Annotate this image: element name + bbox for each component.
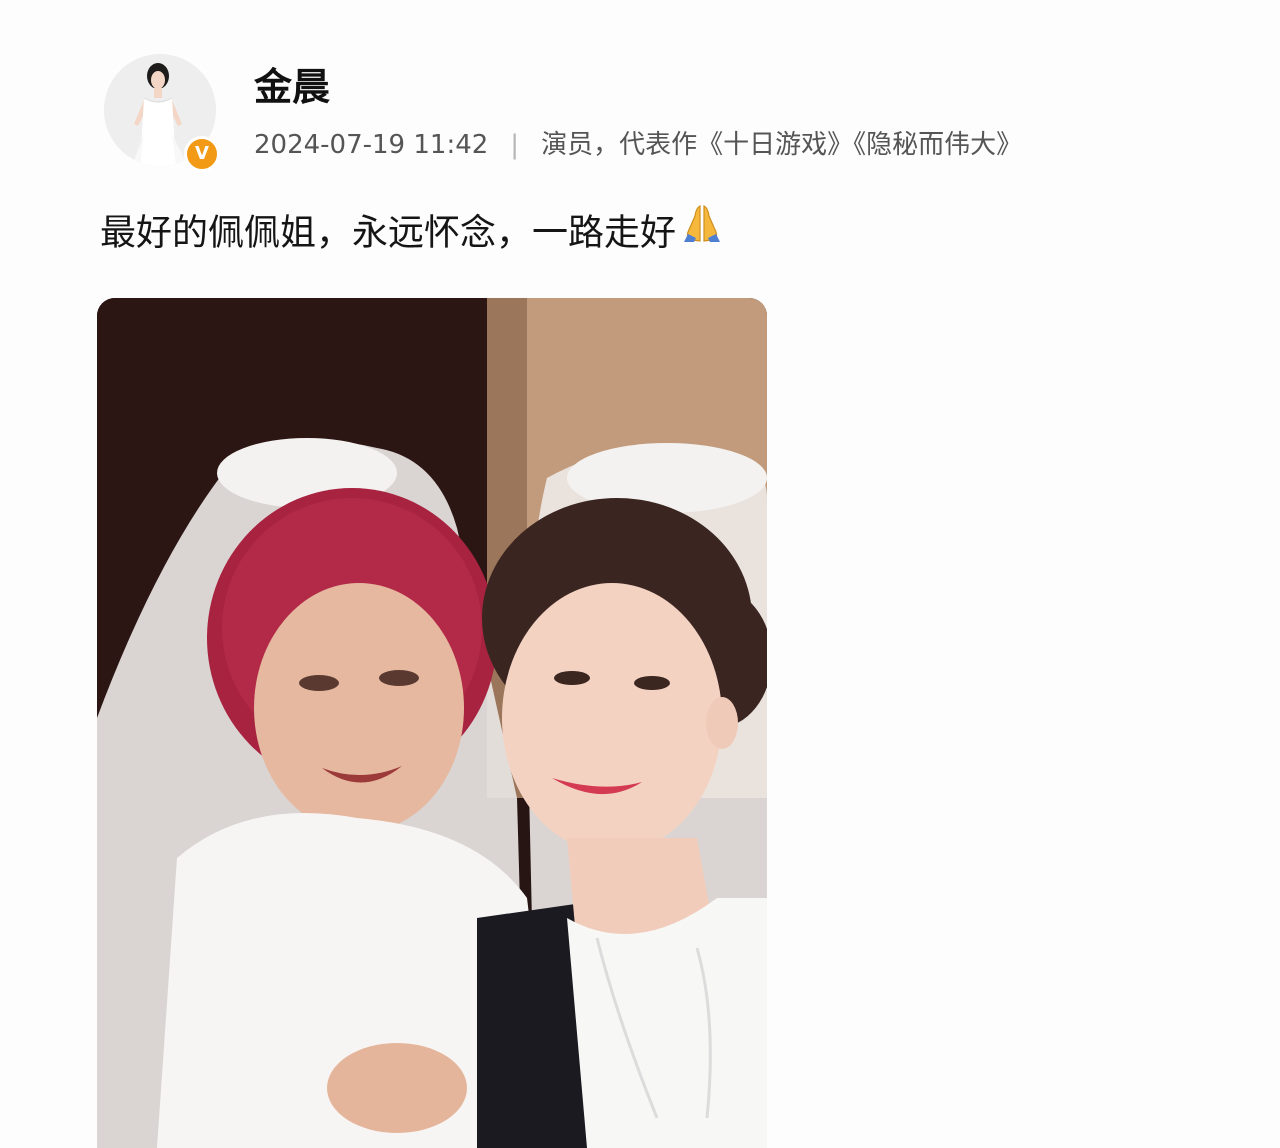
- post-photo[interactable]: [97, 298, 767, 1148]
- verified-badge-icon: V: [184, 136, 220, 172]
- meta-separator: |: [510, 130, 520, 160]
- post-meta: 2024-07-19 11:42 | 演员，代表作《十日游戏》《隐秘而伟大》: [254, 126, 1022, 164]
- author-bio: 演员，代表作《十日游戏》《隐秘而伟大》: [541, 130, 1023, 160]
- author-name[interactable]: 金晨: [254, 62, 330, 112]
- praying-hands-icon: [680, 200, 724, 261]
- wedding-photo-two-brides: [97, 298, 767, 1148]
- post-text: 最好的佩佩姐，永远怀念，一路走好: [100, 212, 677, 254]
- weibo-post: V 金晨 2024-07-19 11:42 | 演员，代表作《十日游戏》《隐秘而伟大…: [0, 0, 1280, 1148]
- post-content: 最好的佩佩姐，永远怀念，一路走好: [100, 204, 724, 265]
- post-timestamp[interactable]: 2024-07-19 11:42: [254, 130, 488, 160]
